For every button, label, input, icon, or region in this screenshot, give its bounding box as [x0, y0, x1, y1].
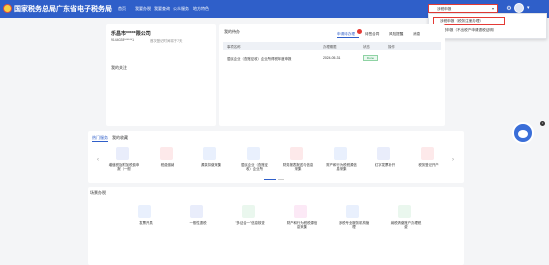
chevron-down-icon: ▾ — [491, 6, 494, 11]
service-item[interactable]: 税费缴纳 — [152, 145, 184, 179]
service-item[interactable]: 财务报表报送与信息采集 — [282, 145, 314, 179]
service-item[interactable]: 税务登记开户 — [413, 145, 445, 179]
nav-home[interactable]: 首页 — [118, 6, 126, 12]
company-info-card: 乐昌市*****限公司 9144028******1 首次登记时间将于7天 — [106, 24, 216, 61]
scenario-item[interactable]: 涉税专业服务机构管理 — [338, 203, 370, 237]
nav-public-service[interactable]: 公众服务 — [173, 6, 189, 12]
hot-services-card: 热门服务 我的收藏 ‹ › 增值税及附加税费申报（一般 税费缴纳 源泉扣缴采集 居民企… — [88, 131, 464, 183]
scenario-title: 场景办税 — [90, 190, 106, 195]
concern-title[interactable]: 我的关注 — [111, 65, 127, 71]
service-label: 居民企业（查账征收）企业所 — [240, 163, 269, 172]
scenario-label: 纳税清缴账户办理税费 — [390, 221, 422, 230]
role-switch-button[interactable]: 涉税申报 ▾ — [428, 4, 498, 13]
service-icon — [203, 147, 216, 160]
scenario-icon — [138, 205, 151, 218]
scenario-item[interactable]: "多证合一"信息核查 — [234, 203, 266, 237]
service-icon — [246, 147, 260, 160]
role-dropdown: 涉税申报（税务注册办理） 涉税申报（不出税产申请退税证明） — [428, 13, 547, 39]
service-label: 红字发票补开 — [374, 163, 396, 167]
service-label: 税务登记开户 — [418, 163, 439, 167]
scenario-icon — [346, 205, 359, 218]
scenario-label: 财产和行为税税源信息采集 — [286, 221, 318, 230]
todo-item-name: 居民企业（查账征收）企业所得税年度申报 — [227, 56, 292, 61]
table-row[interactable]: 居民企业（查账征收）企业所得税年度申报 2024-05-31 Done — [223, 53, 441, 62]
column-header: 办理期限 — [323, 45, 337, 49]
column-header: 操作 — [388, 45, 395, 49]
scenario-item[interactable]: 发票开具 — [130, 203, 162, 237]
chevron-left-icon[interactable]: ‹ — [97, 157, 99, 163]
column-header: 状态 — [363, 45, 370, 49]
scenario-icon — [242, 205, 255, 218]
role-switch-label: 涉税申报 — [437, 6, 452, 11]
table-header: 事项名称 办理期限 状态 操作 — [223, 42, 441, 50]
scenario-label: 一般性退税 — [189, 221, 207, 225]
service-item[interactable]: 居民企业（查账征收）企业所 — [239, 145, 271, 179]
scenario-item[interactable]: 一般性退税 — [182, 203, 214, 237]
active-tab-indicator — [337, 37, 359, 38]
tab-risk[interactable]: 风险提醒 — [389, 32, 403, 37]
registration-note: 首次登记时间将于7天 — [150, 39, 183, 43]
scenario-label: "多证合一"信息核查 — [235, 221, 265, 225]
active-tab-indicator — [92, 141, 108, 142]
todo-item-date: 2024-05-31 — [323, 55, 341, 60]
service-item[interactable]: 红字发票补开 — [369, 145, 401, 179]
service-label: 财产和行为税税源信息采集 — [326, 163, 357, 172]
todo-title: 我的待办 — [224, 29, 240, 34]
tax-emblem-icon — [3, 4, 12, 13]
site-title: 国家税务总局广东省电子税务局 — [14, 6, 112, 13]
nav-local-features[interactable]: 地方特色 — [193, 6, 209, 12]
service-label: 税费缴纳 — [160, 163, 175, 167]
notification-badge — [357, 29, 362, 34]
role-option-refund-cert[interactable]: 涉税申报（不出税产申请退税证明） — [439, 28, 497, 33]
chevron-down-icon[interactable]: ▾ — [527, 5, 530, 11]
service-icon — [377, 147, 390, 160]
service-item[interactable]: 源泉扣缴采集 — [195, 145, 227, 179]
chevron-right-icon[interactable]: › — [452, 157, 454, 163]
status-badge: Done — [363, 54, 378, 61]
my-concern-card: 我的关注 — [106, 59, 216, 126]
nav-query[interactable]: 我要查询 — [154, 6, 170, 12]
scenario-icon — [398, 205, 411, 218]
service-icon — [420, 147, 434, 160]
scenario-icon — [190, 205, 203, 218]
carousel-indicator[interactable] — [278, 179, 284, 180]
scenario-item[interactable]: 财产和行为税税源信息采集 — [286, 203, 318, 237]
nav-do-tax[interactable]: 我要办税 — [135, 6, 151, 12]
scenario-icon — [294, 205, 307, 218]
avatar[interactable] — [514, 3, 524, 13]
taxpayer-id: 9144028******1 — [111, 38, 135, 42]
todo-card: 我的待办 申请待办理 待签合同 风险提醒 消息 事项名称 办理期限 状态 操作 … — [219, 24, 445, 126]
service-label: 增值税及附加税费申报（一般 — [108, 163, 140, 172]
service-label: 财务报表报送与信息采集 — [282, 163, 314, 172]
mascot-face-icon — [518, 130, 528, 138]
service-item[interactable]: 财产和行为税税源信息采集 — [326, 145, 358, 179]
scenario-services-card: 发票开具 一般性退税 "多证合一"信息核查 财产和行为税税源信息采集 涉税专业服务机构管… — [88, 187, 464, 265]
service-item[interactable]: 增值税及附加税费申报（一般 — [108, 145, 140, 179]
scenario-label: 涉税专业服务机构管理 — [338, 221, 370, 230]
scenario-item[interactable]: 纳税清缴账户办理税费 — [390, 203, 422, 237]
tab-messages[interactable]: 消息 — [413, 32, 420, 37]
service-label: 源泉扣缴采集 — [200, 163, 222, 167]
tab-contracts[interactable]: 待签合同 — [365, 32, 379, 37]
service-icon — [333, 147, 347, 160]
assistant-mascot-icon[interactable] — [512, 122, 534, 144]
close-icon[interactable]: × — [540, 121, 545, 126]
service-icon — [290, 147, 303, 160]
carousel-indicator[interactable] — [264, 179, 276, 180]
service-icon — [159, 147, 173, 160]
company-name: 乐昌市*****限公司 — [111, 31, 151, 37]
column-header: 事项名称 — [227, 45, 241, 49]
tab-favorites[interactable]: 我的收藏 — [112, 135, 128, 141]
scenario-label: 发票开具 — [139, 221, 153, 225]
service-icon — [116, 147, 129, 160]
